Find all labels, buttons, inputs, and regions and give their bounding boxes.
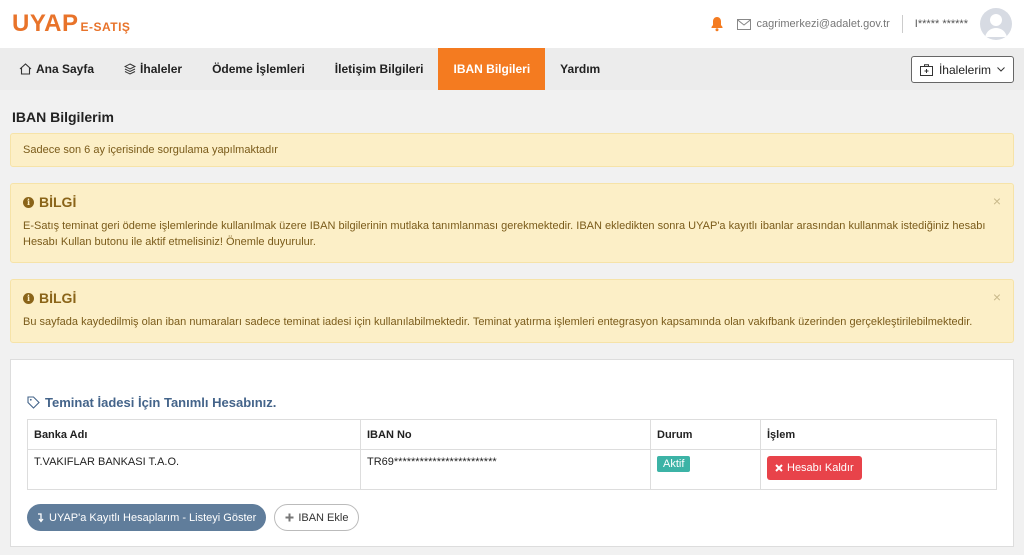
logo-sub: E-SATIŞ <box>80 20 131 34</box>
close-icon <box>775 464 783 472</box>
main-nav: Ana Sayfa İhaleler Ödeme İşlemleri İleti… <box>0 48 1024 90</box>
col-iban-no: IBAN No <box>360 419 651 450</box>
logo-main: UYAP <box>12 10 79 37</box>
mail-icon <box>736 18 751 30</box>
nav-iban-bilgileri[interactable]: IBAN Bilgileri <box>438 48 546 90</box>
divider <box>901 15 903 33</box>
info-icon: i <box>23 196 34 208</box>
notice-text: Sadece son 6 ay içerisinde sorgulama yap… <box>23 144 278 156</box>
notice-banner: Sadece son 6 ay içerisinde sorgulama yap… <box>10 133 1014 167</box>
nav-label: Yardım <box>560 62 601 76</box>
level-down-icon <box>38 512 44 523</box>
briefcase-icon <box>919 63 933 76</box>
user-icon <box>985 14 1007 37</box>
ihalelerim-label: İhalelerim <box>938 62 991 77</box>
add-iban-button[interactable]: IBAN Ekle <box>274 504 360 531</box>
top-header: UYAP E-SATIŞ cagrimerkezi@adalet.gov.tr … <box>0 0 1024 48</box>
home-icon <box>19 63 32 75</box>
avatar[interactable] <box>980 8 1012 40</box>
iban-number: TR69************************ <box>360 449 651 490</box>
status-cell: Aktif <box>650 449 761 490</box>
nav-odeme-islemleri[interactable]: Ödeme İşlemleri <box>197 48 320 90</box>
page-title: IBAN Bilgilerim <box>12 109 114 125</box>
tag-icon <box>27 396 40 409</box>
col-islem: İşlem <box>760 419 997 450</box>
nav-label: İletişim Bilgileri <box>334 62 424 76</box>
main-content: IBAN Bilgilerim Sadece son 6 ay içerisin… <box>0 109 1024 547</box>
info-icon: i <box>23 292 34 304</box>
email-text: cagrimerkezi@adalet.gov.tr <box>756 18 890 30</box>
show-saved-accounts-button[interactable]: UYAP'a Kayıtlı Hesaplarım - Listeyi Göst… <box>27 504 267 531</box>
nav-label: IBAN Bilgileri <box>453 62 531 76</box>
layers-icon <box>124 63 137 75</box>
remove-label: Hesabı Kaldır <box>787 462 854 474</box>
show-saved-label: UYAP'a Kayıtlı Hesaplarım - Listeyi Göst… <box>49 511 257 524</box>
close-icon[interactable]: × <box>993 289 1001 305</box>
nav-label: Ödeme İşlemleri <box>212 62 305 76</box>
remove-account-button[interactable]: Hesabı Kaldır <box>767 456 862 480</box>
user-name: I***** ****** <box>914 18 968 30</box>
bell-icon[interactable] <box>709 16 725 32</box>
panel-title: Teminat İadesi İçin Tanımlı Hesabınız. <box>45 395 277 410</box>
uyap-logo[interactable]: UYAP E-SATIŞ <box>12 10 130 38</box>
nav-iletisim-bilgileri[interactable]: İletişim Bilgileri <box>320 48 439 90</box>
ihalelerim-dropdown[interactable]: İhalelerim <box>910 56 1014 83</box>
status-badge: Aktif <box>657 456 691 472</box>
account-panel: Teminat İadesi İçin Tanımlı Hesabınız. B… <box>10 359 1014 547</box>
col-banka-adi: Banka Adı <box>27 419 361 450</box>
alert-body: Bu sayfada kaydedilmiş olan iban numaral… <box>23 316 973 328</box>
add-iban-label: IBAN Ekle <box>298 511 349 524</box>
action-cell: Hesabı Kaldır <box>760 449 997 490</box>
alert-title: BİLGİ <box>39 290 77 306</box>
nav-label: Ana Sayfa <box>36 62 95 76</box>
nav-ana-sayfa[interactable]: Ana Sayfa <box>4 48 109 90</box>
bank-name: T.VAKIFLAR BANKASI T.A.O. <box>27 449 361 490</box>
nav-ihaleler[interactable]: İhaleler <box>109 48 197 90</box>
contact-email[interactable]: cagrimerkezi@adalet.gov.tr <box>736 18 890 30</box>
col-durum: Durum <box>650 419 761 450</box>
alert-title: BİLGİ <box>39 194 77 210</box>
nav-yardim[interactable]: Yardım <box>545 48 615 90</box>
plus-icon <box>285 513 294 522</box>
iban-table: Banka Adı IBAN No Durum İşlem T.VAKIFLAR… <box>27 419 997 490</box>
nav-label: İhaleler <box>140 62 183 76</box>
info-alert-1: i BİLGİ E-Satış teminat geri ödeme işlem… <box>10 183 1014 263</box>
table-row: T.VAKIFLAR BANKASI T.A.O. TR69**********… <box>27 449 997 490</box>
alert-body: E-Satış teminat geri ödeme işlemlerinde … <box>23 220 986 248</box>
close-icon[interactable]: × <box>993 193 1001 209</box>
info-alert-2: i BİLGİ Bu sayfada kaydedilmiş olan iban… <box>10 279 1014 343</box>
chevron-down-icon <box>997 67 1005 72</box>
